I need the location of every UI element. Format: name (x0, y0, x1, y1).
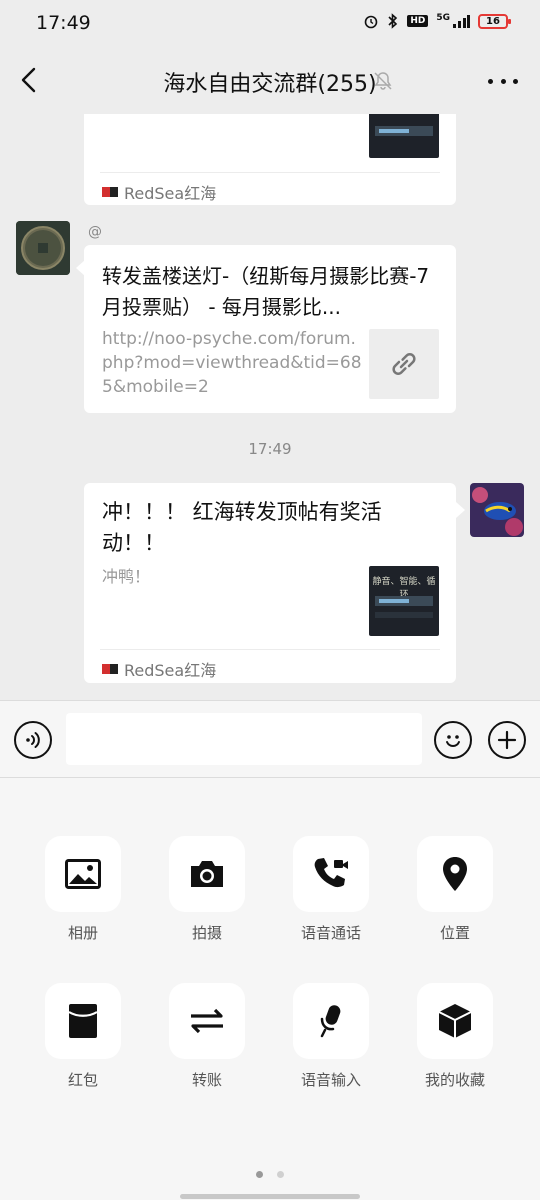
status-time: 17:49 (36, 12, 91, 34)
voice-toggle-button[interactable] (14, 721, 52, 759)
message-input-bar (0, 700, 540, 778)
shared-article-card-2[interactable]: 冲！！！ 红海转发顶帖有奖活动！！ 冲鸭！ 静音、智能、循环 RedSea红海 (84, 483, 456, 683)
status-icons: HD 5G 16 (363, 13, 511, 29)
tool-transfer[interactable]: 转账 (169, 983, 245, 1090)
signal-icon (453, 15, 470, 28)
status-bar: 17:49 HD 5G 16 (0, 0, 540, 46)
chat-header: 海水自由交流群(255) (0, 46, 540, 114)
article-description: 冲鸭！ (102, 567, 151, 586)
network-label: 5G (436, 13, 450, 23)
battery-icon: 16 (478, 13, 511, 29)
link-title: 转发盖楼送灯-（纽斯每月摄影比赛-7月投票贴） - 每月摄影比... (102, 264, 430, 319)
location-icon (443, 857, 467, 891)
voice-input-icon (320, 1005, 341, 1038)
message-input[interactable] (66, 713, 422, 765)
link-url: http://noo-psyche.com/forum.php?mod=view… (102, 329, 362, 397)
article-source-name: RedSea红海 (124, 184, 217, 203)
article-thumbnail-2: 静音、智能、循环 (369, 566, 439, 636)
tool-label: 拍摄 (191, 924, 222, 942)
tool-label: 红包 (67, 1071, 98, 1089)
tool-favorites[interactable]: 我的收藏 (417, 983, 493, 1090)
voice-wave-icon (26, 732, 40, 748)
red-packet-icon (68, 1004, 98, 1038)
tool-voice-call[interactable]: 语音通话 (293, 836, 369, 943)
tool-location[interactable]: 位置 (417, 836, 493, 943)
chat-messages[interactable]: RedSea红海 @ 转发盖楼送灯-（纽斯每月摄影比赛-7月投票贴） - 每月摄… (0, 114, 540, 700)
tool-voice-input[interactable]: 语音输入 (293, 983, 369, 1090)
bluetooth-icon (388, 13, 398, 29)
favorites-icon (438, 1004, 472, 1038)
tool-label: 我的收藏 (424, 1071, 485, 1089)
tools-panel: 相册 拍摄 语音通话 位置 红包 转账 语音输入 我的收藏 (0, 778, 540, 1200)
link-message-card[interactable]: 转发盖楼送灯-（纽斯每月摄影比赛-7月投票贴） - 每月摄影比... http:… (84, 245, 456, 413)
more-dot-icon (500, 78, 506, 84)
smile-icon (446, 735, 460, 747)
tool-label: 位置 (439, 924, 470, 942)
emoji-button[interactable] (434, 721, 472, 759)
more-dot-icon (488, 78, 493, 84)
more-dot-icon (513, 78, 518, 84)
transfer-icon (191, 1008, 223, 1034)
article-source-name-2: RedSea红海 (124, 661, 217, 680)
tool-label: 转账 (191, 1071, 222, 1089)
more-options-button[interactable] (488, 68, 518, 94)
my-avatar[interactable] (470, 483, 524, 537)
more-actions-button[interactable] (488, 721, 526, 759)
battery-level: 16 (486, 15, 500, 27)
page-dot (277, 1171, 284, 1178)
redsea-logo-icon (102, 187, 118, 197)
alarm-icon (365, 15, 378, 29)
redsea-logo-icon (102, 664, 118, 674)
tool-label: 语音通话 (300, 924, 361, 942)
message-timestamp: 17:49 (248, 440, 292, 458)
article-source-2: RedSea红海 (102, 657, 216, 681)
tool-red-packet[interactable]: 红包 (45, 983, 121, 1090)
tool-label: 相册 (67, 924, 98, 942)
voice-call-icon (314, 858, 348, 888)
link-thumbnail (369, 329, 439, 399)
tool-camera[interactable]: 拍摄 (169, 836, 245, 943)
page-indicator (0, 1171, 540, 1178)
tool-album[interactable]: 相册 (45, 836, 121, 943)
plus-icon (497, 730, 517, 750)
article-source: RedSea红海 (102, 180, 216, 204)
sender-avatar[interactable] (16, 221, 70, 275)
article-title: 冲！！！ 红海转发顶帖有奖活动！！ (102, 500, 382, 555)
hd-badge: HD (407, 15, 429, 27)
sender-name: @ (88, 224, 102, 240)
chat-title: 海水自由交流群(255) (163, 72, 377, 97)
page-dot-active (256, 1171, 263, 1178)
home-indicator (180, 1194, 360, 1199)
tool-label: 语音输入 (300, 1071, 361, 1089)
article-thumbnail (369, 114, 439, 158)
shared-article-card[interactable]: RedSea红海 (84, 114, 456, 205)
link-chain-icon (392, 353, 416, 375)
camera-icon (191, 861, 223, 887)
mute-bell-icon (372, 70, 394, 92)
photo-icon (65, 859, 101, 889)
